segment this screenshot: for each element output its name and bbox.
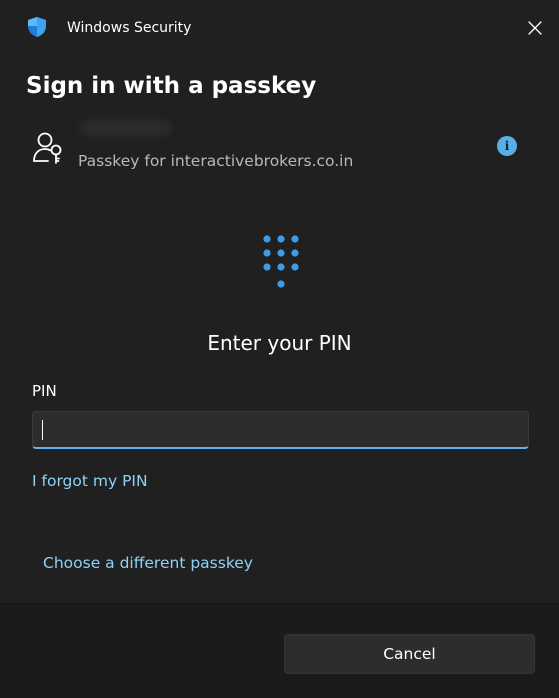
account-row: Passkey for interactivebrokers.co.in i — [0, 118, 559, 188]
pin-label: PIN — [32, 382, 57, 400]
close-icon — [528, 21, 542, 35]
cancel-button[interactable]: Cancel — [284, 634, 535, 674]
blurred-account-name — [80, 120, 172, 136]
title-bar: Windows Security — [0, 0, 559, 56]
passkey-user-icon — [33, 132, 62, 164]
window-title: Windows Security — [67, 20, 192, 36]
forgot-pin-link[interactable]: I forgot my PIN — [32, 470, 148, 492]
choose-different-passkey-link[interactable]: Choose a different passkey — [43, 552, 253, 574]
text-caret — [42, 420, 43, 440]
pin-pad-icon — [263, 235, 299, 288]
close-button[interactable] — [522, 15, 548, 41]
pin-input[interactable] — [32, 411, 529, 449]
pin-prompt-text: Enter your PIN — [207, 331, 352, 355]
dialog-heading: Sign in with a passkey — [26, 73, 317, 99]
shield-icon — [28, 17, 46, 37]
info-button[interactable]: i — [497, 136, 517, 156]
passkey-description: Passkey for interactivebrokers.co.in — [78, 152, 354, 170]
windows-security-dialog: Windows Security Sign in with a passkey … — [0, 0, 559, 698]
dialog-footer: Cancel — [0, 603, 559, 698]
info-icon: i — [504, 139, 510, 153]
